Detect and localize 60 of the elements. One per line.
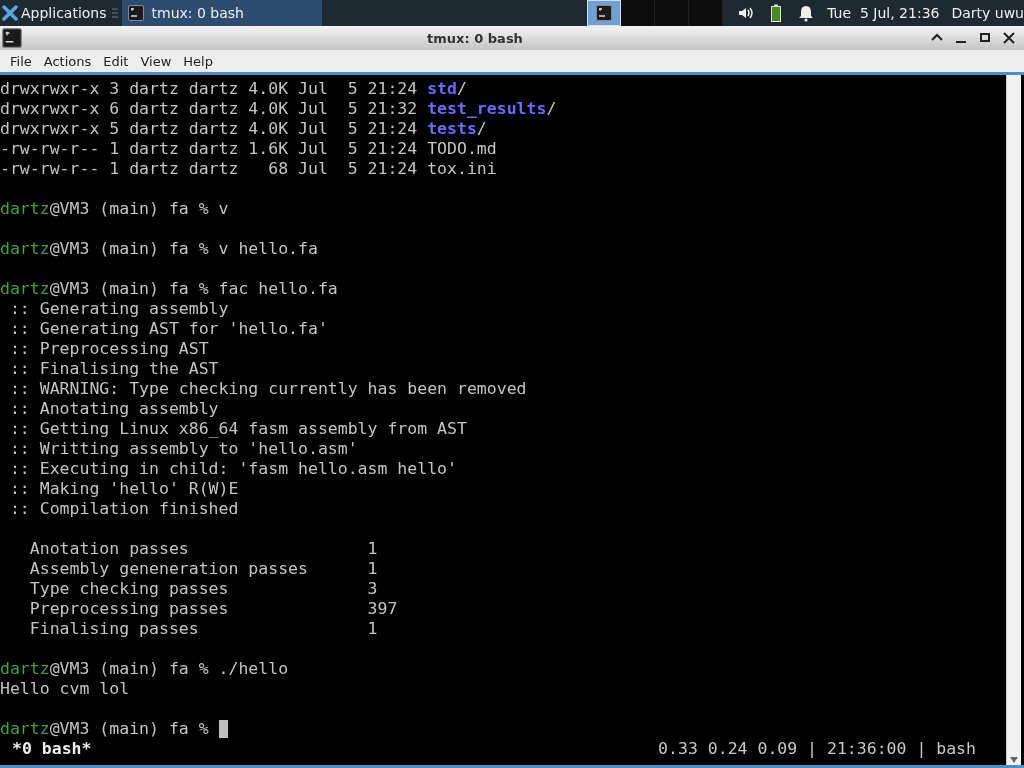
prompt-command: @VM3 (main) fa % fac hello.fa bbox=[49, 279, 338, 299]
scroll-down-icon[interactable] bbox=[1010, 757, 1018, 763]
directory-name: tests bbox=[427, 119, 477, 139]
output-line: :: Making 'hello' R(W)E bbox=[8, 479, 239, 499]
output-line: :: Writting assembly to 'hello.asm' bbox=[8, 439, 358, 459]
file-info: -rw-rw-r-- 1 dartz dartz 1.6K Jul 5 21:24 bbox=[0, 139, 419, 159]
output-line: Hello cvm lol bbox=[0, 679, 130, 699]
bell-icon[interactable] bbox=[797, 4, 816, 22]
path-suffix: / bbox=[476, 119, 487, 139]
output-line: :: Finalising the AST bbox=[8, 359, 219, 379]
output-line: :: Getting Linux x86_64 fasm assembly from AST bbox=[8, 419, 467, 439]
path-suffix: / bbox=[456, 79, 467, 99]
taskbar-button[interactable]: tmux: 0 bash bbox=[121, 0, 322, 26]
menu-item[interactable]: Help bbox=[177, 53, 219, 69]
prompt-command: @VM3 (main) fa % ./hello bbox=[49, 659, 289, 679]
window-title: tmux: 0 bash bbox=[426, 30, 524, 46]
terminal-icon bbox=[2, 28, 22, 48]
menu-item[interactable]: View bbox=[134, 53, 178, 69]
menu-item[interactable]: Edit bbox=[97, 53, 135, 69]
output-line: :: Compilation finished bbox=[8, 499, 239, 519]
output-line: Anotation passes 1 bbox=[28, 539, 378, 559]
output-line: :: Generating AST for 'hello.fa' bbox=[8, 319, 328, 339]
output-line: :: Anotating assembly bbox=[8, 399, 219, 419]
file-info: -rw-rw-r-- 1 dartz dartz 68 Jul 5 21:24 bbox=[0, 159, 419, 179]
terminal-icon bbox=[596, 5, 613, 21]
file-info: drwxrwxr-x 5 dartz dartz 4.0K Jul 5 21:24 bbox=[0, 119, 419, 139]
prompt-command: @VM3 (main) fa % bbox=[49, 719, 210, 739]
output-line: Assembly geneneration passes 1 bbox=[28, 559, 378, 579]
output-line: :: Preprocessing AST bbox=[8, 339, 209, 359]
tmux-status-info: 0.33 0.24 0.09 | 21:36:00 | bash bbox=[658, 739, 976, 759]
prompt-user: dartz bbox=[0, 719, 50, 739]
user-name[interactable]: Darty uwu bbox=[951, 5, 1024, 21]
prompt-user: dartz bbox=[0, 239, 50, 259]
prompt-user: dartz bbox=[0, 199, 50, 219]
output-line: Finalising passes 1 bbox=[28, 619, 378, 639]
menu-item[interactable]: File bbox=[4, 53, 38, 69]
prompt-command: @VM3 (main) fa % v bbox=[49, 199, 229, 219]
menu-item[interactable]: Actions bbox=[37, 53, 98, 69]
directory-name: std bbox=[427, 79, 457, 99]
output-line: :: Executing in child: 'fasm hello.asm hello' bbox=[8, 459, 457, 479]
file-info: drwxrwxr-x 6 dartz dartz 4.0K Jul 5 21:32 bbox=[0, 99, 419, 119]
handle-icon bbox=[111, 6, 118, 20]
path-suffix: / bbox=[546, 99, 557, 119]
file-name: tox.ini bbox=[427, 159, 497, 179]
clock[interactable]: Tue 5 Jul, 21:36 bbox=[827, 5, 940, 21]
prompt-user: dartz bbox=[0, 279, 50, 299]
applications-menu[interactable]: Applications bbox=[21, 5, 107, 21]
terminal-icon bbox=[127, 5, 144, 21]
scrollbar[interactable] bbox=[1006, 75, 1021, 765]
output-line: Type checking passes 3 bbox=[28, 579, 378, 599]
directory-name: test_results bbox=[427, 99, 547, 119]
output-line: Preprocessing passes 397 bbox=[28, 599, 398, 619]
tmux-window-label[interactable]: *0 bash* bbox=[12, 739, 92, 759]
x-logo-icon bbox=[2, 5, 18, 21]
output-line: :: WARNING: Type checking currently has been removed bbox=[8, 379, 527, 399]
file-info: drwxrwxr-x 3 dartz dartz 4.0K Jul 5 21:24 bbox=[0, 79, 419, 99]
prompt-user: dartz bbox=[0, 659, 50, 679]
output-line: :: Generating assembly bbox=[8, 299, 229, 319]
file-name: TODO.md bbox=[427, 139, 497, 159]
prompt-command: @VM3 (main) fa % v hello.fa bbox=[49, 239, 318, 259]
